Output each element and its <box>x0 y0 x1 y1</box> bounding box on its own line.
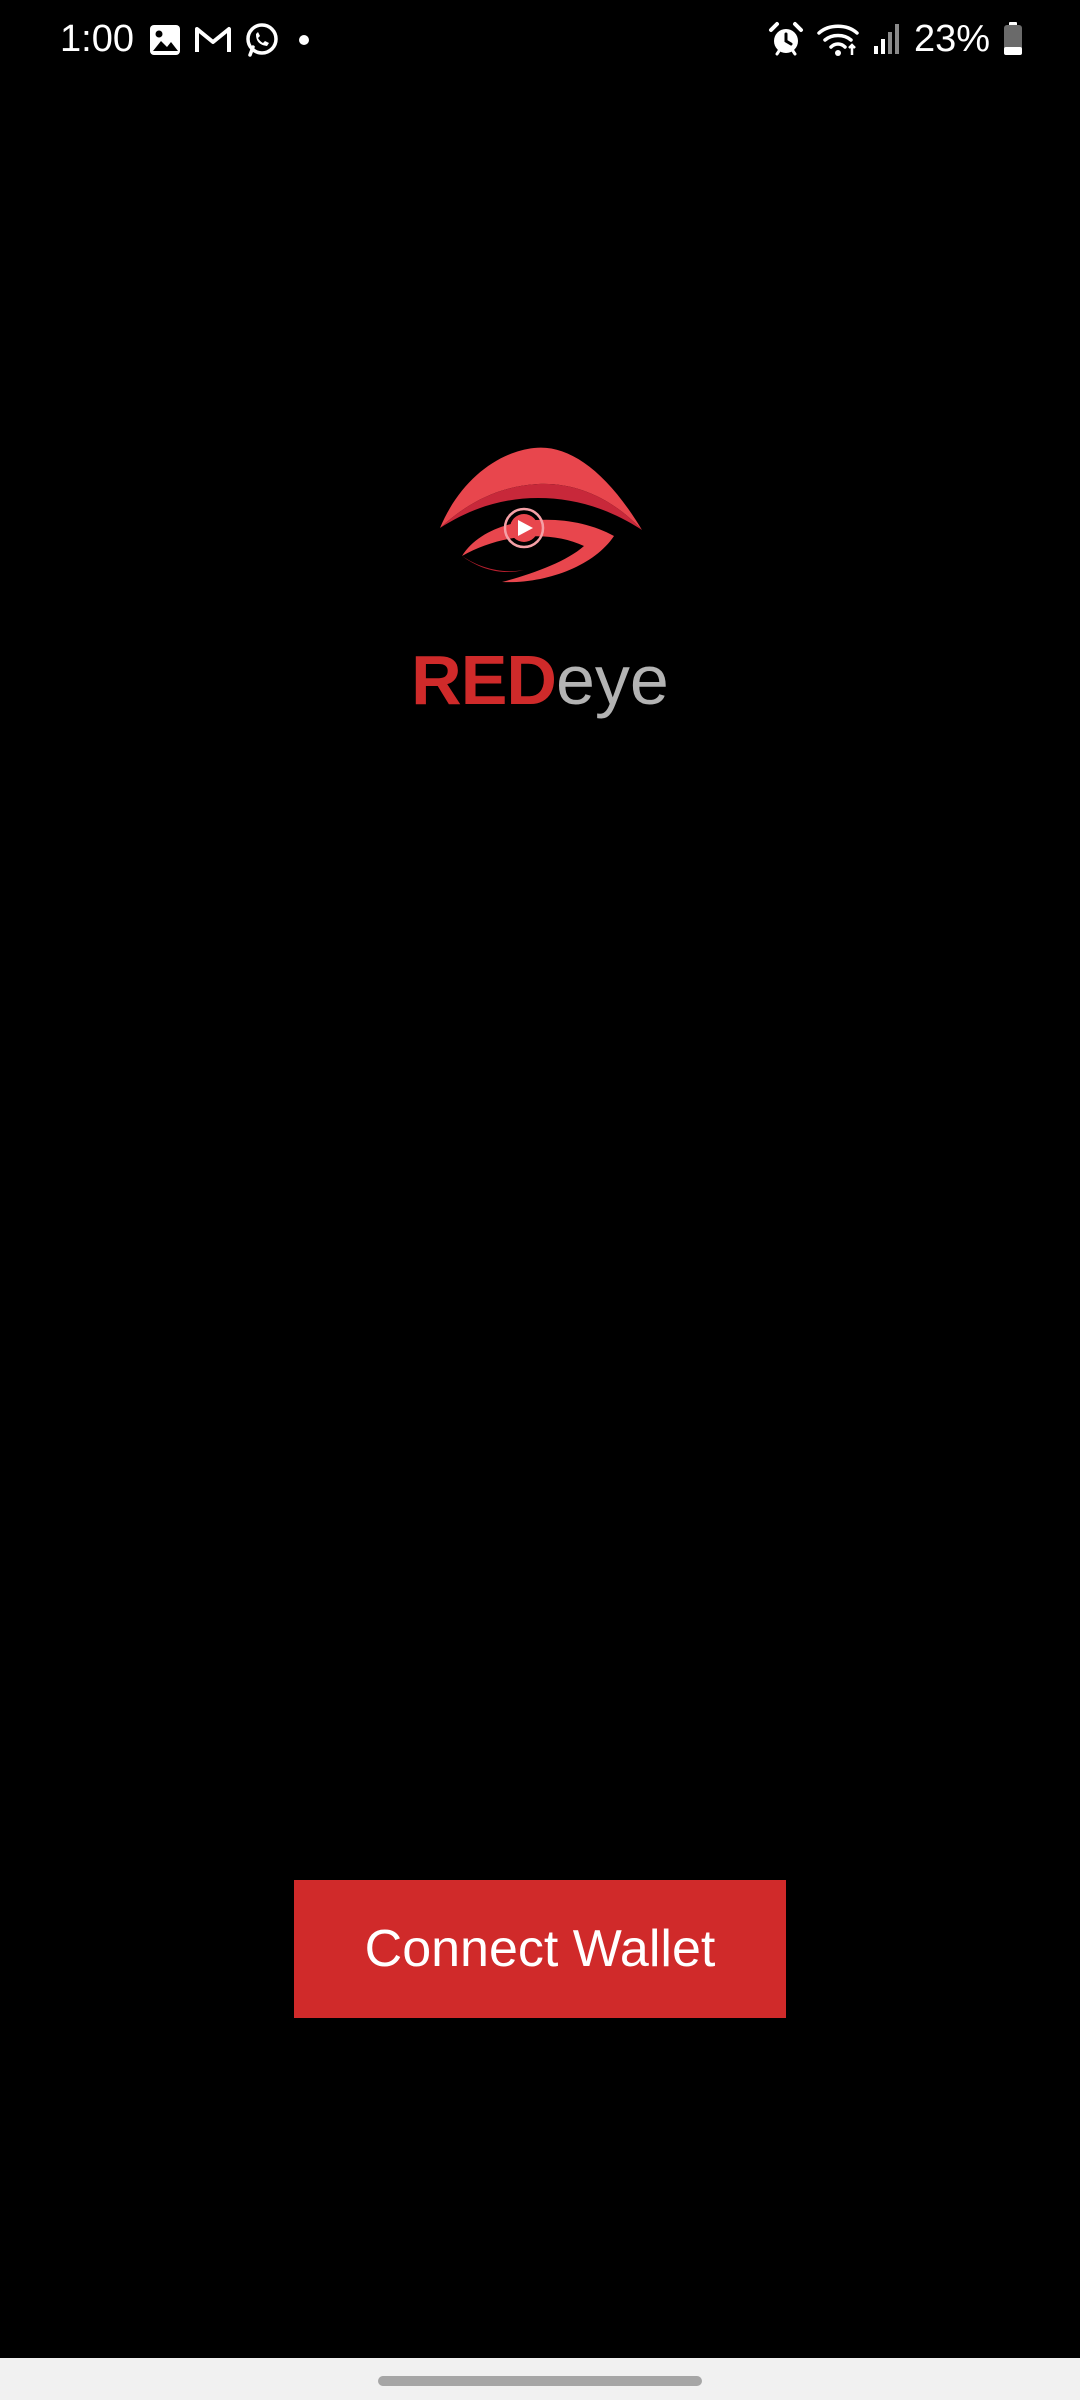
battery-icon <box>1004 22 1022 55</box>
connect-wallet-button[interactable]: Connect Wallet <box>294 1880 786 2018</box>
whatsapp-icon <box>246 23 278 57</box>
gmail-icon <box>195 27 231 52</box>
gallery-icon <box>150 25 180 55</box>
notification-icons <box>148 22 316 58</box>
signal-icon <box>873 24 899 54</box>
navigation-bar <box>0 2358 1080 2400</box>
status-bar: 1:00 23% <box>0 0 1080 80</box>
notification-dot-icon <box>299 35 309 45</box>
battery-percent: 23% <box>913 18 990 60</box>
system-indicators: 23% <box>768 16 1024 62</box>
status-time: 1:00 <box>60 18 134 60</box>
alarm-icon <box>768 22 803 56</box>
red-eye-play-logo-icon <box>440 447 642 583</box>
brand-red-text: RED <box>411 641 557 719</box>
brand-eye-text: eye <box>555 641 669 719</box>
home-gesture-handle[interactable] <box>378 2376 702 2386</box>
wifi-icon <box>817 24 859 56</box>
brand-wordmark: REDeye <box>0 638 1080 722</box>
